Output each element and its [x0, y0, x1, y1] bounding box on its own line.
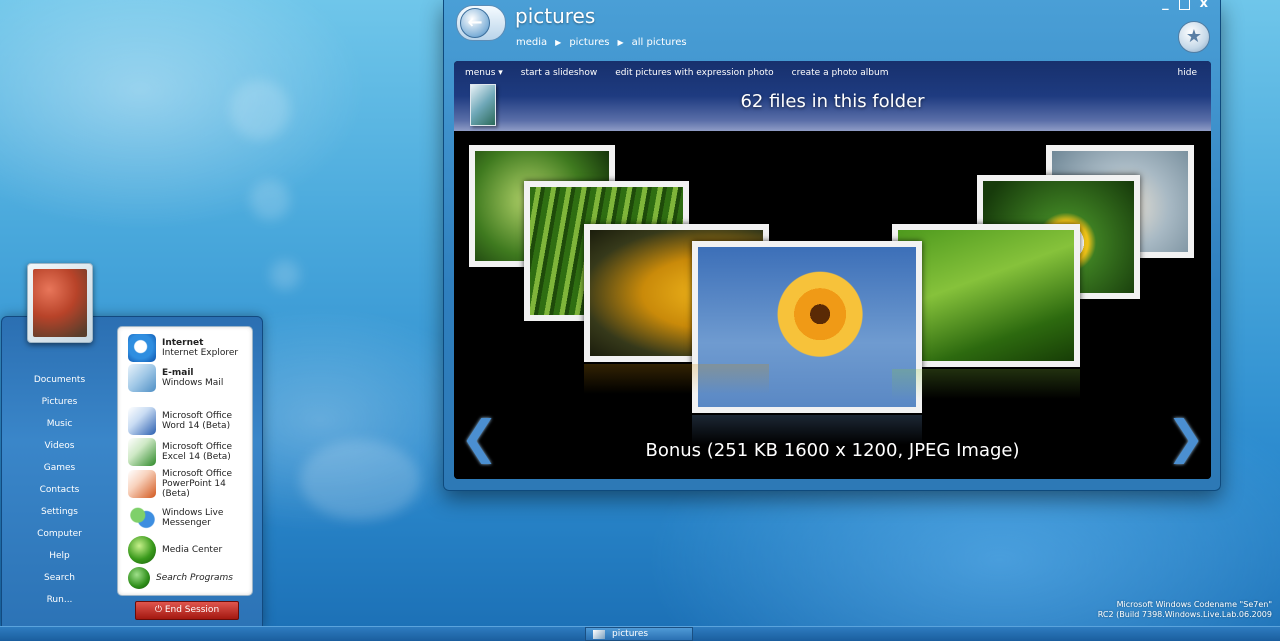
end-session-label: End Session: [164, 605, 220, 615]
background-bokeh: [230, 80, 290, 140]
start-menu-left-links: Documents Pictures Music Videos Games Co…: [2, 369, 117, 611]
minimize-button[interactable]: _: [1162, 0, 1169, 11]
start-link-settings[interactable]: Settings: [2, 501, 117, 523]
program-line2: Excel 14 (Beta): [162, 452, 231, 462]
start-link-help[interactable]: Help: [2, 545, 117, 567]
program-line2: Word 14 (Beta): [162, 421, 231, 431]
hide-link[interactable]: hide: [1178, 68, 1197, 78]
breadcrumb-item-all-pictures[interactable]: all pictures: [632, 37, 687, 48]
program-subtitle: Windows Mail: [162, 378, 224, 388]
window-title: pictures: [515, 4, 596, 28]
windows-mail-icon: [128, 364, 156, 392]
start-link-search[interactable]: Search: [2, 567, 117, 589]
program-line1: Media Center: [162, 545, 223, 555]
start-link-run[interactable]: Run...: [2, 589, 117, 611]
program-line1: Windows Live: [162, 508, 224, 518]
program-line1: Search Programs: [156, 573, 233, 583]
start-link-contacts[interactable]: Contacts: [2, 479, 117, 501]
breadcrumb-item-media[interactable]: media: [516, 37, 547, 48]
photo-reflection: [892, 369, 1080, 399]
create-photo-album-link[interactable]: create a photo album: [792, 68, 889, 78]
watermark-line2: RC2 (Build 7398.Windows.Live.Lab.06.2009: [1097, 610, 1272, 619]
program-media-center[interactable]: Media Center: [128, 536, 222, 564]
background-bokeh: [270, 260, 300, 290]
window-controls: _ x: [1162, 0, 1208, 11]
excel-icon: [128, 438, 156, 466]
background-bokeh: [300, 440, 420, 520]
build-watermark: Microsoft Windows Codename "Se7en" RC2 (…: [1098, 600, 1272, 620]
media-center-icon: [128, 536, 156, 564]
photo-reflection: [584, 364, 769, 394]
powerpoint-icon: [128, 470, 156, 498]
star-icon: ★: [1185, 26, 1203, 47]
program-email[interactable]: E-mail Windows Mail: [128, 364, 223, 392]
breadcrumb-separator: ▶: [617, 38, 624, 47]
program-line1: Microsoft Office: [162, 442, 233, 452]
avatar-image: [33, 269, 87, 337]
close-button[interactable]: x: [1200, 0, 1208, 11]
back-button[interactable]: ←: [456, 5, 506, 41]
edit-pictures-link[interactable]: edit pictures with expression photo: [615, 68, 773, 78]
photo-carousel: ❮ ❯ Bonus (251 KB 1600 x 1200, JPEG Imag…: [454, 131, 1211, 479]
messenger-icon: [128, 504, 156, 532]
menus-dropdown[interactable]: menus ▾: [465, 68, 503, 78]
program-line2: PowerPoint 14 (Beta): [162, 479, 226, 499]
program-word[interactable]: Microsoft Office Word 14 (Beta): [128, 407, 232, 435]
program-line2: Messenger: [162, 518, 211, 528]
pictures-window: ← pictures media ▶ pictures ▶ all pictur…: [443, 0, 1221, 491]
background-bokeh: [250, 180, 290, 220]
file-count-text: 62 files in this folder: [740, 91, 925, 112]
user-avatar[interactable]: [27, 263, 93, 343]
start-link-music[interactable]: Music: [2, 413, 117, 435]
photo-caption: Bonus (251 KB 1600 x 1200, JPEG Image): [645, 440, 1020, 461]
watermark-line1: Microsoft Windows Codename "Se7en": [1116, 600, 1272, 609]
program-internet[interactable]: Internet Internet Explorer: [128, 334, 238, 362]
program-powerpoint[interactable]: Microsoft Office PowerPoint 14 (Beta): [128, 469, 252, 499]
maximize-button[interactable]: [1178, 0, 1190, 10]
start-link-documents[interactable]: Documents: [2, 369, 117, 391]
end-session-button[interactable]: ⏻ End Session: [135, 601, 239, 620]
program-line1: Microsoft Office: [162, 411, 233, 421]
start-slideshow-link[interactable]: start a slideshow: [521, 68, 597, 78]
taskbar-button-label: pictures: [612, 629, 649, 639]
program-messenger[interactable]: Windows Live Messenger: [128, 504, 223, 532]
back-arrow-icon: ←: [460, 8, 490, 38]
breadcrumb-separator: ▶: [555, 38, 562, 47]
program-line1: Microsoft Office: [162, 469, 233, 479]
program-subtitle: Internet Explorer: [162, 348, 239, 358]
breadcrumb: media ▶ pictures ▶ all pictures: [516, 37, 687, 48]
program-title: E-mail: [162, 368, 194, 378]
word-icon: [128, 407, 156, 435]
program-excel[interactable]: Microsoft Office Excel 14 (Beta): [128, 438, 232, 466]
power-icon: ⏻: [154, 605, 162, 615]
search-programs-icon: [128, 567, 150, 589]
internet-explorer-icon: [128, 334, 156, 362]
toolbar: menus ▾ start a slideshow edit pictures …: [454, 61, 1211, 131]
breadcrumb-item-pictures[interactable]: pictures: [569, 37, 609, 48]
toolbar-items: menus ▾ start a slideshow edit pictures …: [465, 68, 888, 78]
start-link-videos[interactable]: Videos: [2, 435, 117, 457]
start-menu: Documents Pictures Music Videos Games Co…: [1, 316, 263, 628]
pictures-icon: [593, 630, 605, 639]
program-search-programs[interactable]: Search Programs: [128, 567, 233, 589]
start-link-computer[interactable]: Computer: [2, 523, 117, 545]
start-link-pictures[interactable]: Pictures: [2, 391, 117, 413]
taskbar-button-pictures[interactable]: pictures: [585, 627, 693, 641]
content-pane: menus ▾ start a slideshow edit pictures …: [454, 61, 1211, 479]
pinned-programs-list: Internet Internet Explorer E-mail Windows …: [117, 326, 253, 596]
favorite-button[interactable]: ★: [1178, 21, 1210, 53]
taskbar: pictures: [0, 626, 1280, 641]
program-title: Internet: [162, 338, 204, 348]
start-link-games[interactable]: Games: [2, 457, 117, 479]
